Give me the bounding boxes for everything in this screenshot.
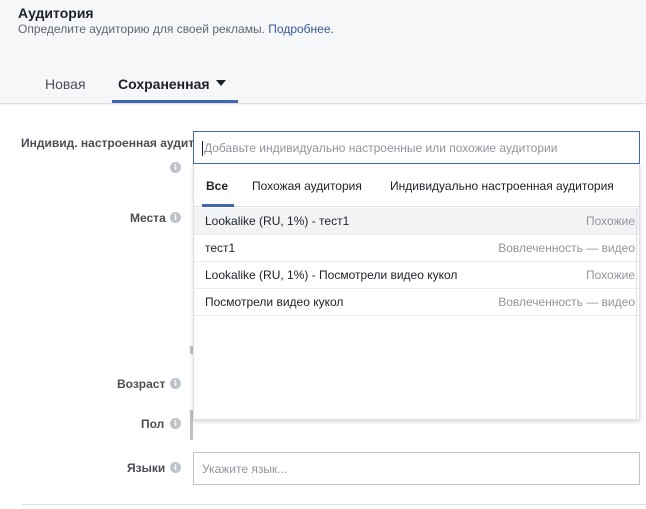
audience-list: Lookalike (RU, 1%) - тест1 Похожие тест1… bbox=[194, 208, 639, 316]
audience-name: тест1 bbox=[205, 241, 236, 255]
gender-label: Пол bbox=[141, 417, 165, 431]
languages-input-box[interactable] bbox=[193, 452, 640, 485]
dropdown-tab-custom[interactable]: Индивидуально настроенная аудитория bbox=[390, 179, 614, 193]
audience-type: Похожие bbox=[586, 214, 635, 228]
custom-audience-label: Индивид. настроенная аудитория bbox=[21, 136, 193, 150]
tab-new[interactable]: Новая bbox=[45, 76, 86, 92]
audience-name: Lookalike (RU, 1%) - Посмотрели видео ку… bbox=[205, 268, 458, 282]
text-cursor bbox=[202, 141, 203, 156]
list-item[interactable]: Посмотрели видео кукол Вовлеченность — в… bbox=[194, 289, 639, 316]
info-icon[interactable]: i bbox=[170, 418, 181, 429]
dropdown-tab-all[interactable]: Все bbox=[206, 179, 228, 193]
section-subtitle: Определите аудиторию для своей рекламы. … bbox=[18, 22, 334, 36]
audience-name: Посмотрели видео кукол bbox=[205, 295, 344, 309]
section-divider bbox=[22, 504, 646, 505]
info-icon[interactable]: i bbox=[170, 162, 181, 173]
active-tab-indicator bbox=[112, 100, 238, 103]
custom-audience-input-box[interactable] bbox=[193, 131, 640, 164]
list-item[interactable]: Lookalike (RU, 1%) - Посмотрели видео ку… bbox=[194, 262, 639, 289]
audience-type: Вовлеченность — видео bbox=[498, 241, 635, 255]
audience-dropdown: Все Похожая аудитория Индивидуально наст… bbox=[193, 164, 640, 420]
info-icon[interactable]: i bbox=[170, 462, 181, 473]
subtitle-text: Определите аудиторию для своей рекламы. bbox=[18, 22, 265, 36]
dropdown-scrollbar[interactable] bbox=[636, 208, 637, 420]
custom-audience-input[interactable] bbox=[204, 132, 634, 163]
audience-tabs: Новая Сохраненная bbox=[0, 70, 646, 104]
audience-header: Аудитория Определите аудиторию для своей… bbox=[0, 0, 646, 104]
dropdown-tabs: Все Похожая аудитория Индивидуально наст… bbox=[194, 164, 639, 207]
info-icon[interactable]: i bbox=[170, 212, 181, 223]
audience-type: Похожие bbox=[586, 268, 635, 282]
languages-label: Языки bbox=[127, 461, 166, 475]
places-label: Места bbox=[130, 211, 166, 225]
audience-name: Lookalike (RU, 1%) - тест1 bbox=[205, 214, 350, 228]
learn-more-link[interactable]: Подробнее. bbox=[268, 22, 334, 36]
caret-down-icon bbox=[215, 80, 226, 87]
dropdown-active-tab-indicator bbox=[202, 204, 234, 207]
info-icon[interactable]: i bbox=[170, 378, 181, 389]
languages-input[interactable] bbox=[202, 453, 632, 484]
list-item[interactable]: Lookalike (RU, 1%) - тест1 Похожие bbox=[194, 208, 639, 235]
tab-saved[interactable]: Сохраненная bbox=[118, 76, 226, 92]
audience-type: Вовлеченность — видео bbox=[498, 295, 635, 309]
tab-saved-label: Сохраненная bbox=[118, 76, 210, 92]
dropdown-tab-lookalike[interactable]: Похожая аудитория bbox=[252, 179, 362, 193]
section-title: Аудитория bbox=[18, 5, 94, 21]
list-item[interactable]: тест1 Вовлеченность — видео bbox=[194, 235, 639, 262]
age-label: Возраст bbox=[117, 377, 166, 391]
